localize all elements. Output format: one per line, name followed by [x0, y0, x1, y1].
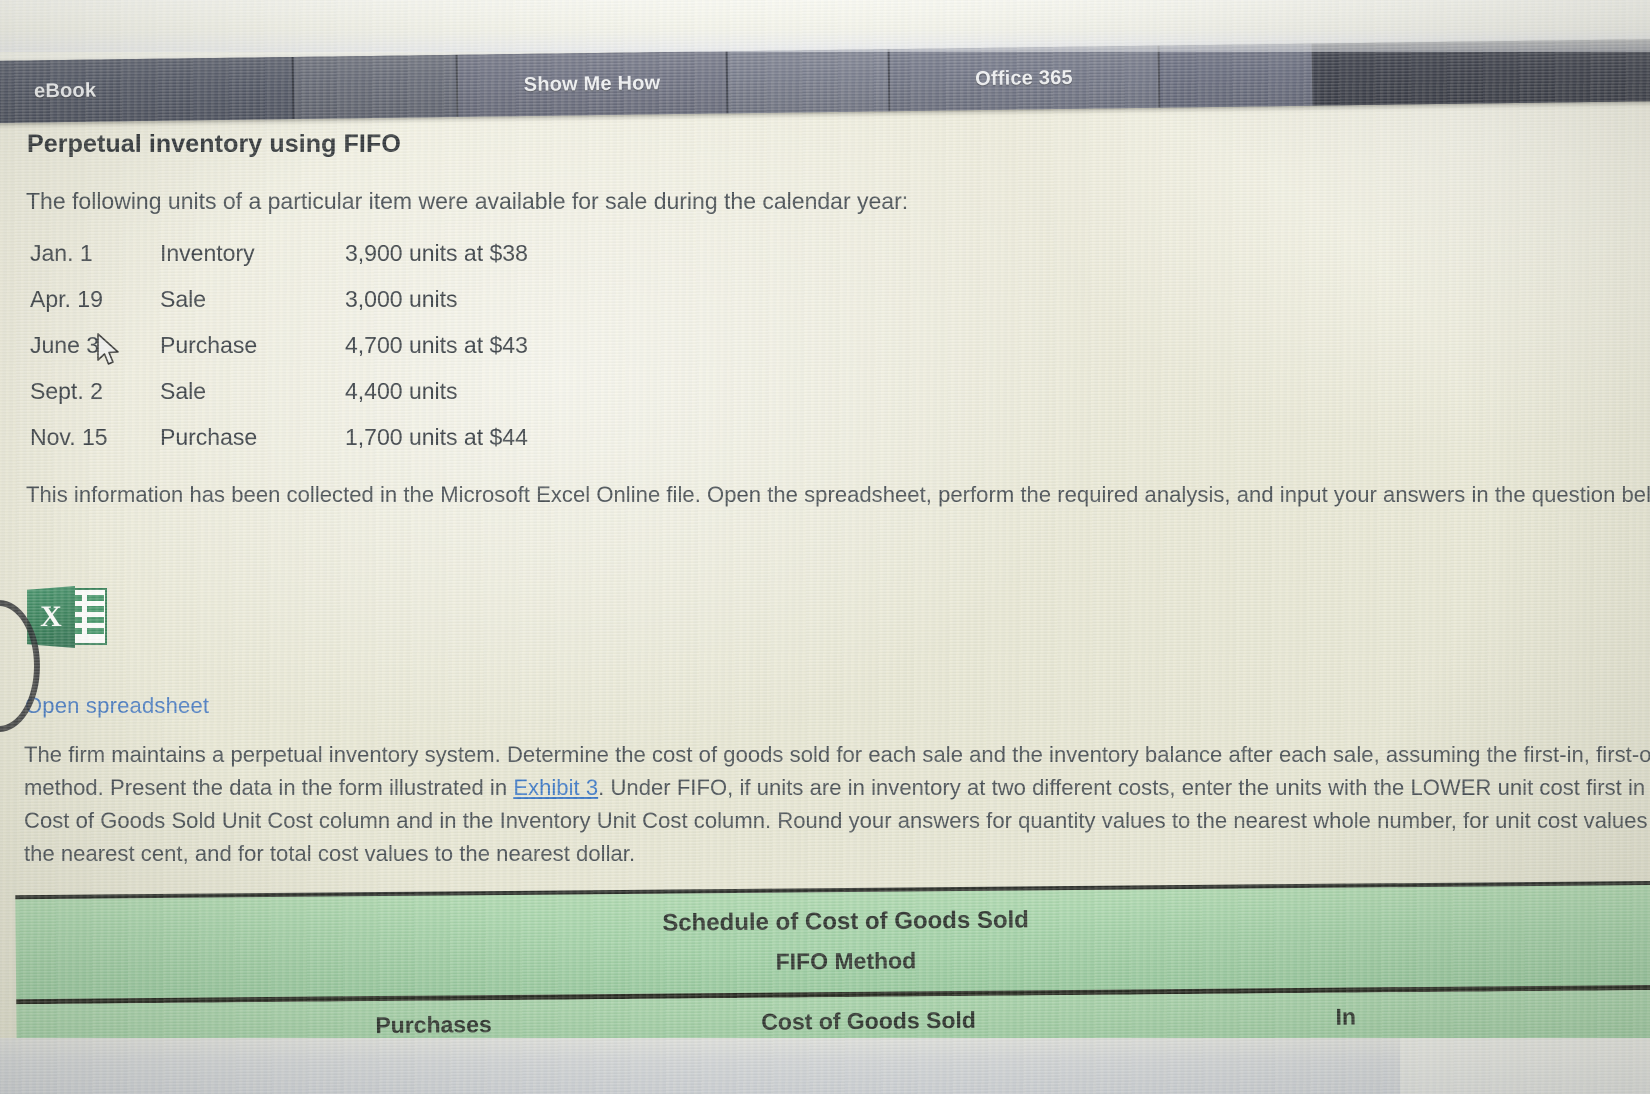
page-title: Perpetual inventory using FIFO — [27, 130, 401, 158]
schedule-date-column-spacer — [16, 1026, 285, 1028]
excel-instruction-paragraph: This information has been collected in t… — [26, 478, 1650, 511]
row-date: Jan. 1 — [30, 240, 93, 266]
row-transaction-type: Inventory — [160, 240, 255, 266]
column-header-inventory: In — [1335, 1003, 1357, 1030]
mouse-cursor-icon — [97, 333, 119, 365]
table-row: Jan. 1 Inventory 3,900 units at $38 — [30, 240, 725, 286]
inventory-data-table: Jan. 1 Inventory 3,900 units at $38 Apr.… — [30, 240, 725, 470]
page-bottom-strip — [0, 1038, 1650, 1094]
question-content: Perpetual inventory using FIFO The follo… — [0, 0, 1650, 1094]
excel-instruction-line-1: This information has been collected in t… — [26, 482, 1489, 507]
row-quantity: 1,700 units at $44 — [345, 424, 528, 450]
row-date: Nov. 15 — [30, 424, 108, 450]
table-row: Apr. 19 Sale 3,000 units — [30, 286, 725, 332]
table-row: Sept. 2 Sale 4,400 units — [30, 378, 725, 424]
row-quantity: 3,000 units — [345, 286, 458, 312]
row-date: June 3 — [30, 332, 100, 358]
row-date: Sept. 2 — [30, 378, 103, 404]
row-quantity: 4,700 units at $43 — [345, 332, 528, 358]
row-transaction-type: Sale — [160, 286, 207, 312]
instructions-line-1: The firm maintains a perpetual inventory… — [24, 742, 1481, 767]
open-spreadsheet-link[interactable]: Open spreadsheet — [25, 693, 209, 719]
row-transaction-type: Purchase — [160, 424, 258, 450]
row-quantity: 4,400 units — [345, 378, 458, 404]
row-transaction-type: Sale — [160, 378, 207, 404]
instructions-line-2b: . Under FIFO, if units are in inventory … — [598, 775, 1270, 800]
question-intro: The following units of a particular item… — [26, 188, 909, 214]
schedule-title-block: Schedule of Cost of Goods Sold FIFO Meth… — [15, 880, 1650, 1005]
row-transaction-type: Purchase — [160, 332, 258, 358]
screenshot-root: eBook Show Me How Office 365 Perpetual i… — [0, 0, 1650, 1094]
table-row: Nov. 15 Purchase 1,700 units at $44 — [30, 424, 725, 470]
row-quantity: 3,900 units at $38 — [345, 240, 528, 266]
column-header-cost-of-goods-sold: Cost of Goods Sold — [761, 1006, 977, 1035]
column-header-purchases: Purchases — [375, 1010, 492, 1038]
table-row: June 3 Purchase 4,700 units at $43 — [30, 332, 725, 378]
fifo-instructions-paragraph: The firm maintains a perpetual inventory… — [24, 738, 1650, 870]
exhibit-3-link[interactable]: Exhibit 3 — [513, 775, 598, 800]
excel-icon[interactable]: X — [27, 586, 107, 648]
excel-instruction-line-2: the question below. — [1494, 482, 1650, 507]
row-date: Apr. 19 — [30, 286, 103, 312]
schedule-of-cost-of-goods-sold-table: Schedule of Cost of Goods Sold FIFO Meth… — [15, 880, 1650, 1058]
